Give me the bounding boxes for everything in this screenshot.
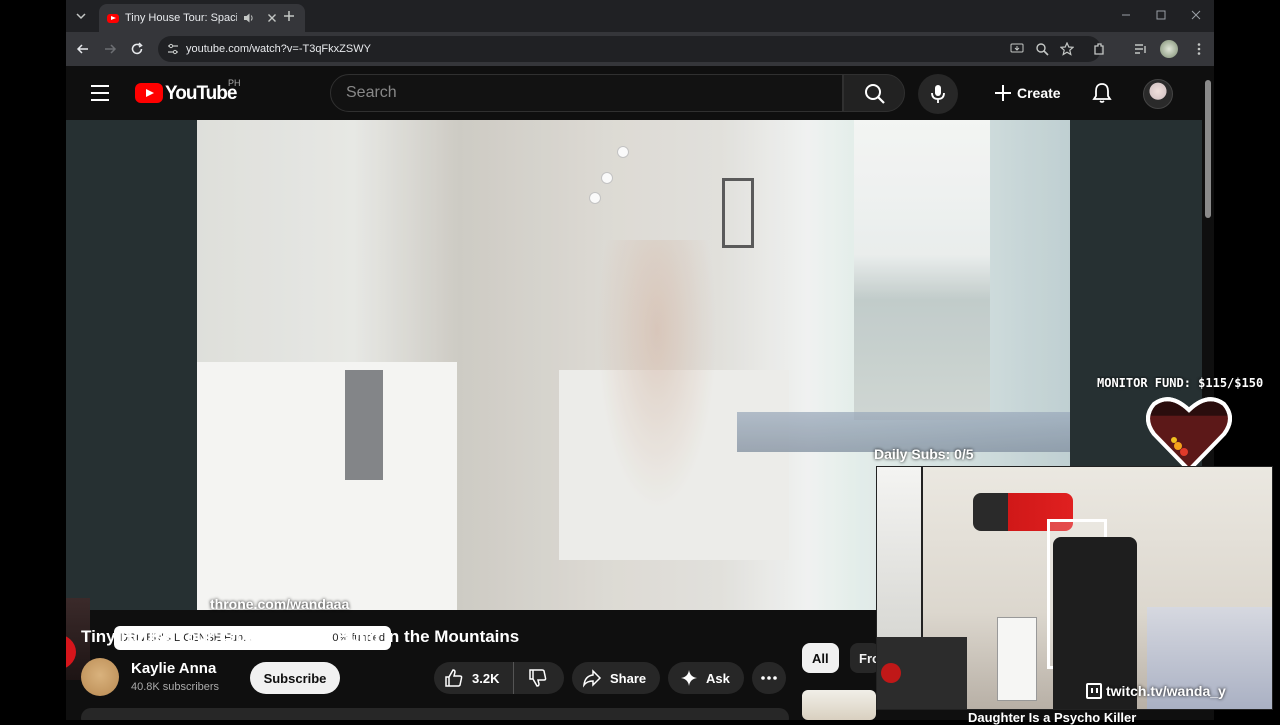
description-box[interactable] [81,708,789,720]
thumbs-down-icon [529,669,547,687]
close-window-button[interactable] [1188,7,1204,23]
heart-progress-icon [1146,397,1232,473]
search-placeholder: Search [346,84,397,101]
microphone-icon [931,85,945,103]
recommended-title[interactable]: Daughter Is a Psycho Killer [968,710,1136,725]
bookmark-star-icon[interactable] [1060,42,1074,56]
account-avatar[interactable] [1143,79,1173,109]
plus-icon [284,11,294,21]
channel-name[interactable]: Kaylie Anna [131,660,216,677]
twitch-url: twitch.tv/wanda_y [1106,683,1226,699]
new-tab-button[interactable] [280,7,298,25]
create-label: Create [1017,85,1061,101]
maximize-button[interactable] [1153,7,1169,23]
tab-youtube[interactable]: Tiny House Tour: Spacious DIY Build in t… [99,4,305,32]
forward-arrow-icon[interactable] [103,42,117,56]
menu-dots-icon[interactable] [1192,42,1206,56]
daily-subs-counter: Daily Subs: 0/5 [874,446,974,462]
plus-icon [995,85,1011,101]
more-dots-icon [761,676,777,680]
masthead: YouTube PH Search Create [66,66,1202,120]
twitch-handle: twitch.tv/wanda_y [1086,683,1226,699]
share-button[interactable]: Share [572,662,660,694]
search-icon [865,84,885,104]
twitch-icon [1086,683,1102,699]
chip-all[interactable]: All [802,643,839,673]
url-text: youtube.com/watch?v=-T3qFkxZSWY [186,43,371,55]
subscribe-button[interactable]: Subscribe [250,662,340,694]
like-count: 3.2K [472,670,500,686]
minimize-icon [1122,14,1130,16]
youtube-logo-text[interactable]: YouTube [165,83,237,105]
recommended-thumbnail[interactable] [802,690,876,720]
ask-label: Ask [706,670,730,686]
back-arrow-icon[interactable] [76,42,90,56]
create-button[interactable]: Create [983,74,1069,112]
country-code: PH [228,78,241,88]
webcam-red-object [881,663,901,683]
thumbs-up-icon [445,669,463,687]
extensions-icon[interactable] [1092,42,1106,56]
ask-button[interactable]: Ask [668,662,744,694]
speaker-icon[interactable] [243,12,255,24]
minimize-button[interactable] [1118,7,1134,23]
browser-toolbar: youtube.com/watch?v=-T3qFkxZSWY [66,32,1214,66]
maximize-icon [1156,10,1166,20]
hamburger-menu-icon[interactable] [90,84,110,102]
share-label: Share [610,670,647,686]
more-actions-button[interactable] [752,662,786,694]
tab-search-button[interactable] [72,7,90,25]
chevron-down-icon [76,13,86,20]
media-controls-icon[interactable] [1134,42,1148,56]
notifications-bell-icon[interactable] [1092,82,1112,104]
like-button[interactable]: 3.2K [434,662,514,694]
address-bar[interactable]: youtube.com/watch?v=-T3qFkxZSWY [158,36,1101,62]
zoom-icon[interactable] [1035,42,1049,56]
close-tab-icon[interactable] [267,13,277,23]
site-info-icon[interactable] [167,43,179,55]
share-arrow-icon [582,669,602,688]
video-title: Tiny House Tour: Spacious DIY Build in t… [81,627,520,646]
monitor-fund-label: MONITOR FUND: $115/$150 [1097,376,1264,390]
scrollbar-thumb[interactable] [1205,80,1211,218]
channel-avatar[interactable] [81,658,119,696]
install-app-icon[interactable] [1010,42,1024,56]
voice-search-button[interactable] [918,74,958,114]
subscriber-count: 40.8K subscribers [131,681,220,693]
youtube-favicon-icon [107,13,119,23]
tab-strip: Tiny House Tour: Spacious DIY Build in t… [66,0,1214,32]
youtube-logo-icon[interactable] [135,83,163,103]
webcam-poster [877,467,923,637]
search-button[interactable] [843,74,905,112]
profile-avatar[interactable] [1160,40,1178,58]
sparkle-icon [681,670,697,686]
tab-title: Tiny House Tour: Spacious DIY Build in t… [125,12,237,24]
like-dislike-group: 3.2K [434,662,564,694]
dislike-button[interactable] [514,662,562,694]
webcam-feed [876,466,1273,710]
webcam-drawers [997,617,1037,701]
search-input[interactable]: Search [330,74,843,112]
reload-icon[interactable] [130,42,144,56]
throne-url: throne.com/wandaaa [210,596,350,612]
close-icon [1191,10,1201,20]
